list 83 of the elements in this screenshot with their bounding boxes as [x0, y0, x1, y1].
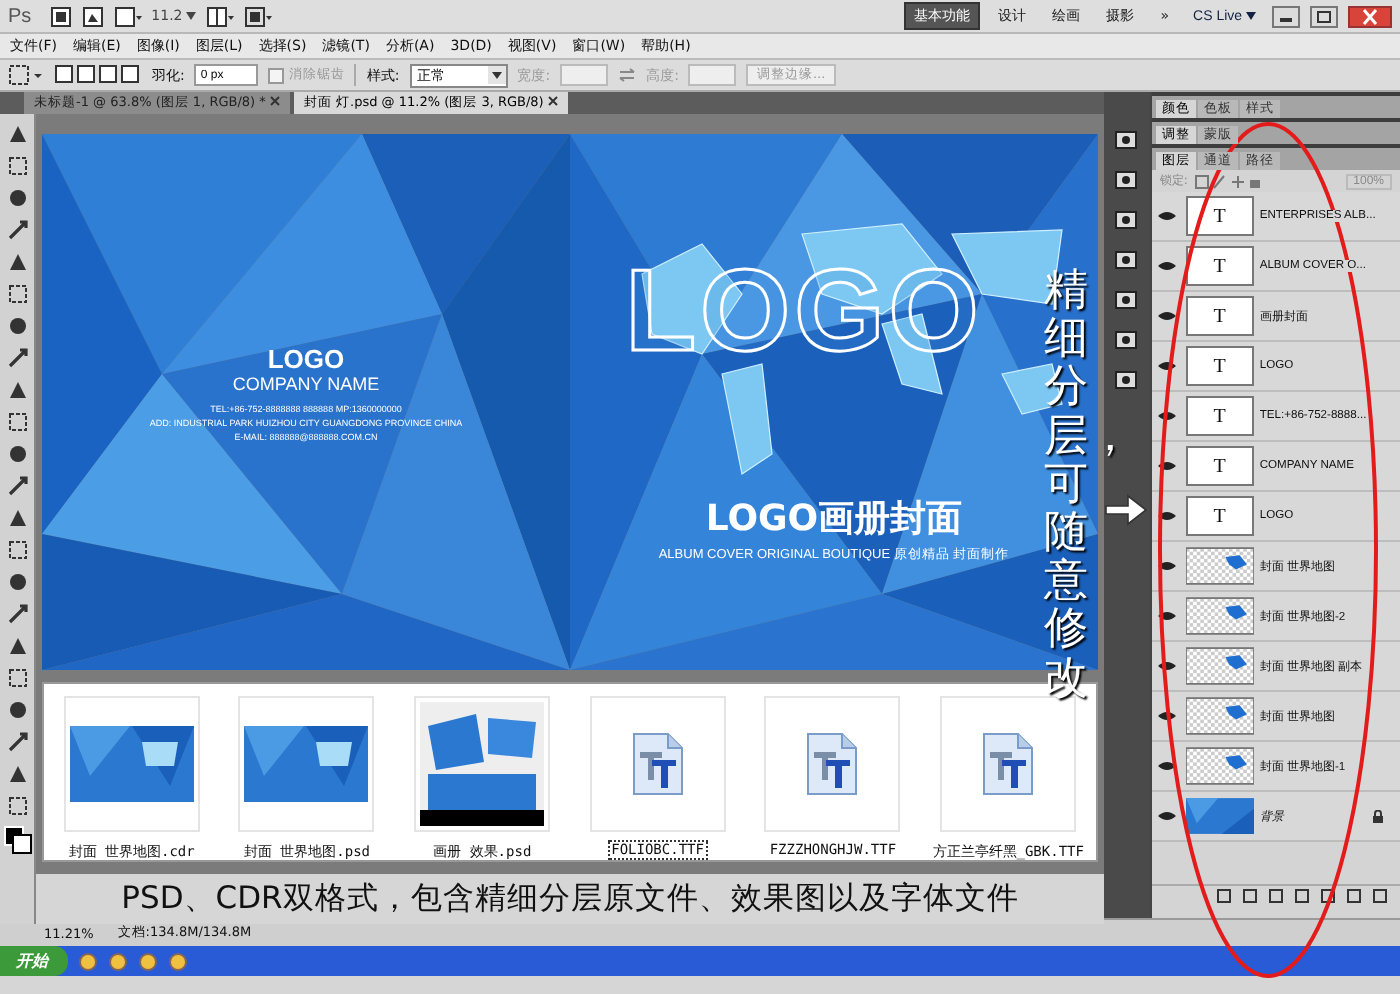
company-name: COMPANY NAME [232, 374, 380, 394]
height-field[interactable] [688, 64, 737, 86]
close-icon[interactable] [547, 96, 558, 106]
lock-options-icon[interactable] [1193, 173, 1262, 189]
restore-icon[interactable] [1310, 5, 1338, 27]
tool-icon[interactable] [5, 538, 29, 562]
text-layer-thumbnail: T [1185, 496, 1254, 536]
color-swatch-icon[interactable] [3, 826, 31, 854]
tool-icon[interactable] [5, 442, 29, 466]
caret-icon [186, 12, 197, 20]
eye-icon[interactable] [1157, 560, 1176, 572]
background-layer-thumbnail [1185, 796, 1254, 836]
start-button[interactable]: 开始 [0, 946, 68, 976]
tool-icon[interactable] [5, 698, 29, 722]
eye-icon[interactable] [1157, 260, 1176, 272]
text-layer-thumbnail: T [1185, 246, 1254, 286]
tool-icon[interactable] [5, 186, 29, 210]
eye-icon[interactable] [1157, 460, 1176, 472]
panel-icon[interactable] [1114, 288, 1139, 312]
selection-mode-icon[interactable] [54, 64, 142, 86]
tool-icon[interactable] [5, 346, 29, 370]
eye-icon[interactable] [1157, 510, 1176, 522]
tool-icon[interactable] [5, 314, 29, 338]
caret-icon [487, 66, 506, 84]
eye-icon[interactable] [1157, 610, 1176, 622]
font-file-icon[interactable] [806, 732, 859, 796]
eye-icon[interactable] [1157, 310, 1176, 322]
close-icon[interactable] [1348, 5, 1392, 27]
transparent-layer-thumbnail [1185, 596, 1254, 636]
tool-icon[interactable] [5, 474, 29, 498]
app-logo: Ps [8, 5, 32, 27]
caption-text: PSD、CDR双格式，包含精细分层原文件、效果图以及字体文件 [36, 874, 1104, 924]
transparent-layer-thumbnail [1185, 546, 1254, 586]
close-icon[interactable] [269, 96, 280, 106]
caret-icon [1246, 11, 1256, 19]
tool-icon[interactable] [5, 570, 29, 594]
tool-icon[interactable] [5, 666, 29, 690]
minimize-icon[interactable] [1272, 5, 1300, 27]
tool-icon[interactable] [5, 602, 29, 626]
eye-icon[interactable] [1157, 210, 1176, 222]
cover-title: LOGO画册封面 [705, 496, 963, 542]
tool-icon[interactable] [5, 218, 29, 242]
eye-icon[interactable] [1157, 760, 1176, 772]
tool-icon[interactable] [5, 506, 29, 530]
eye-icon[interactable] [1157, 710, 1176, 722]
transparent-layer-thumbnail [1185, 646, 1254, 686]
panel-icon[interactable] [1114, 128, 1139, 152]
swap-icon[interactable] [618, 68, 637, 82]
tool-icon[interactable] [5, 250, 29, 274]
tool-icon[interactable] [5, 794, 29, 818]
tool-icon[interactable] [5, 378, 29, 402]
tool-icon[interactable] [5, 410, 29, 434]
transparent-layer-thumbnail [1185, 746, 1254, 786]
text-layer-thumbnail: T [1185, 396, 1254, 436]
text-layer-thumbnail: T [1185, 196, 1254, 236]
font-file-icon[interactable] [631, 732, 684, 796]
eye-icon[interactable] [1157, 810, 1176, 822]
cover-thumbnail[interactable] [69, 726, 194, 802]
eye-icon[interactable] [1157, 410, 1176, 422]
panel-icon[interactable] [1114, 328, 1139, 352]
eye-icon[interactable] [1157, 360, 1176, 372]
tool-icon[interactable] [5, 122, 29, 146]
width-field[interactable] [560, 64, 609, 86]
tool-icon[interactable] [5, 634, 29, 658]
font-file-icon[interactable] [982, 732, 1035, 796]
tool-icon[interactable] [5, 282, 29, 306]
logo-text: LOGO [267, 344, 345, 374]
text-layer-thumbnail: T [1185, 296, 1254, 336]
transparent-layer-thumbnail [1185, 696, 1254, 736]
eye-icon[interactable] [1157, 660, 1176, 672]
mockup-thumbnail[interactable] [420, 702, 545, 826]
panel-icon[interactable] [1114, 168, 1139, 192]
panel-icon[interactable] [1114, 248, 1139, 272]
right-arrow-icon [1104, 494, 1148, 526]
cover-thumbnail[interactable] [244, 726, 369, 802]
tool-icon[interactable] [5, 762, 29, 786]
panel-icon[interactable] [1114, 208, 1139, 232]
text-layer-thumbnail: T [1185, 346, 1254, 386]
tool-icon[interactable] [5, 154, 29, 178]
tool-icon[interactable] [5, 730, 29, 754]
text-layer-thumbnail: T [1185, 446, 1254, 486]
panel-icon[interactable] [1114, 368, 1139, 392]
marquee-tool-icon[interactable] [8, 64, 44, 86]
